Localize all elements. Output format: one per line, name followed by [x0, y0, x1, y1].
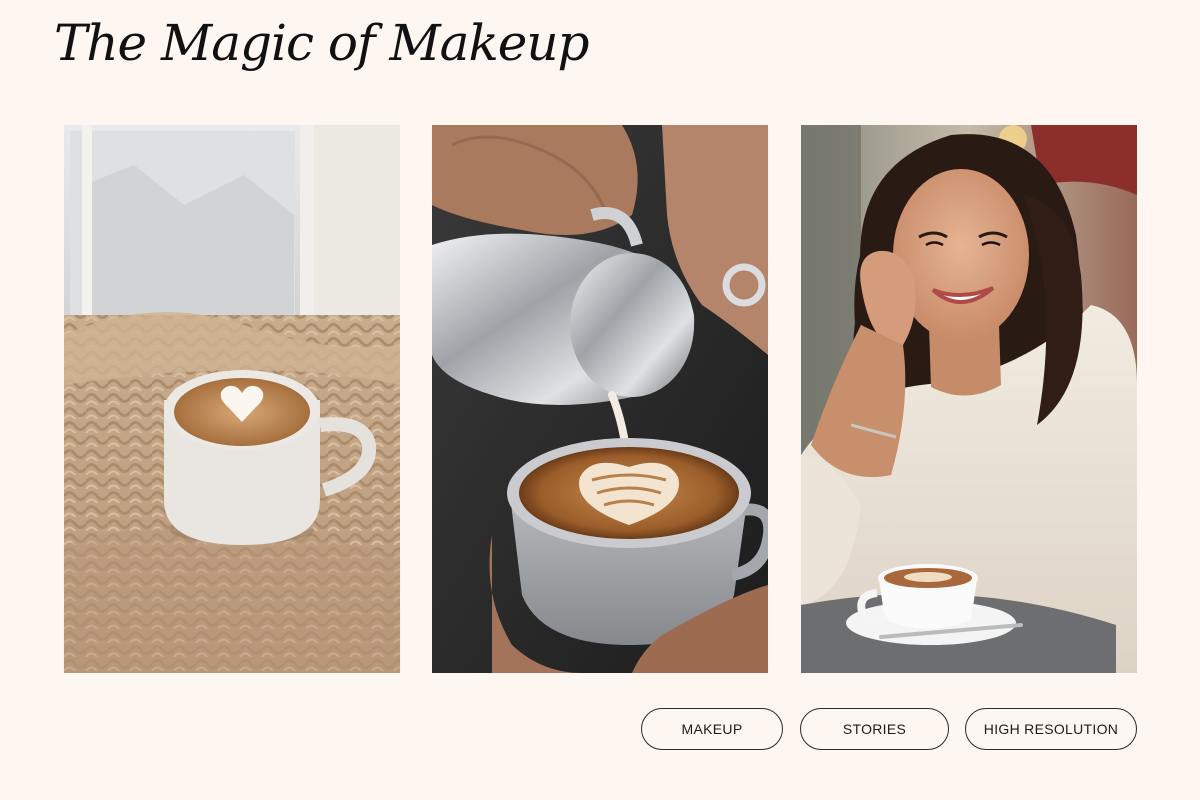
page-title: The Magic of Makeup [54, 14, 590, 72]
photo-woman-with-cappuccino [801, 125, 1137, 673]
tag-makeup-button[interactable]: MAKEUP [641, 708, 783, 750]
tag-list: MAKEUP STORIES HIGH RESOLUTION [0, 708, 1200, 753]
photo-latte-art-pour [432, 125, 768, 673]
tag-stories-button[interactable]: STORIES [800, 708, 949, 750]
photo-latte-on-blanket [64, 125, 400, 673]
tag-high-resolution-button[interactable]: HIGH RESOLUTION [965, 708, 1137, 750]
